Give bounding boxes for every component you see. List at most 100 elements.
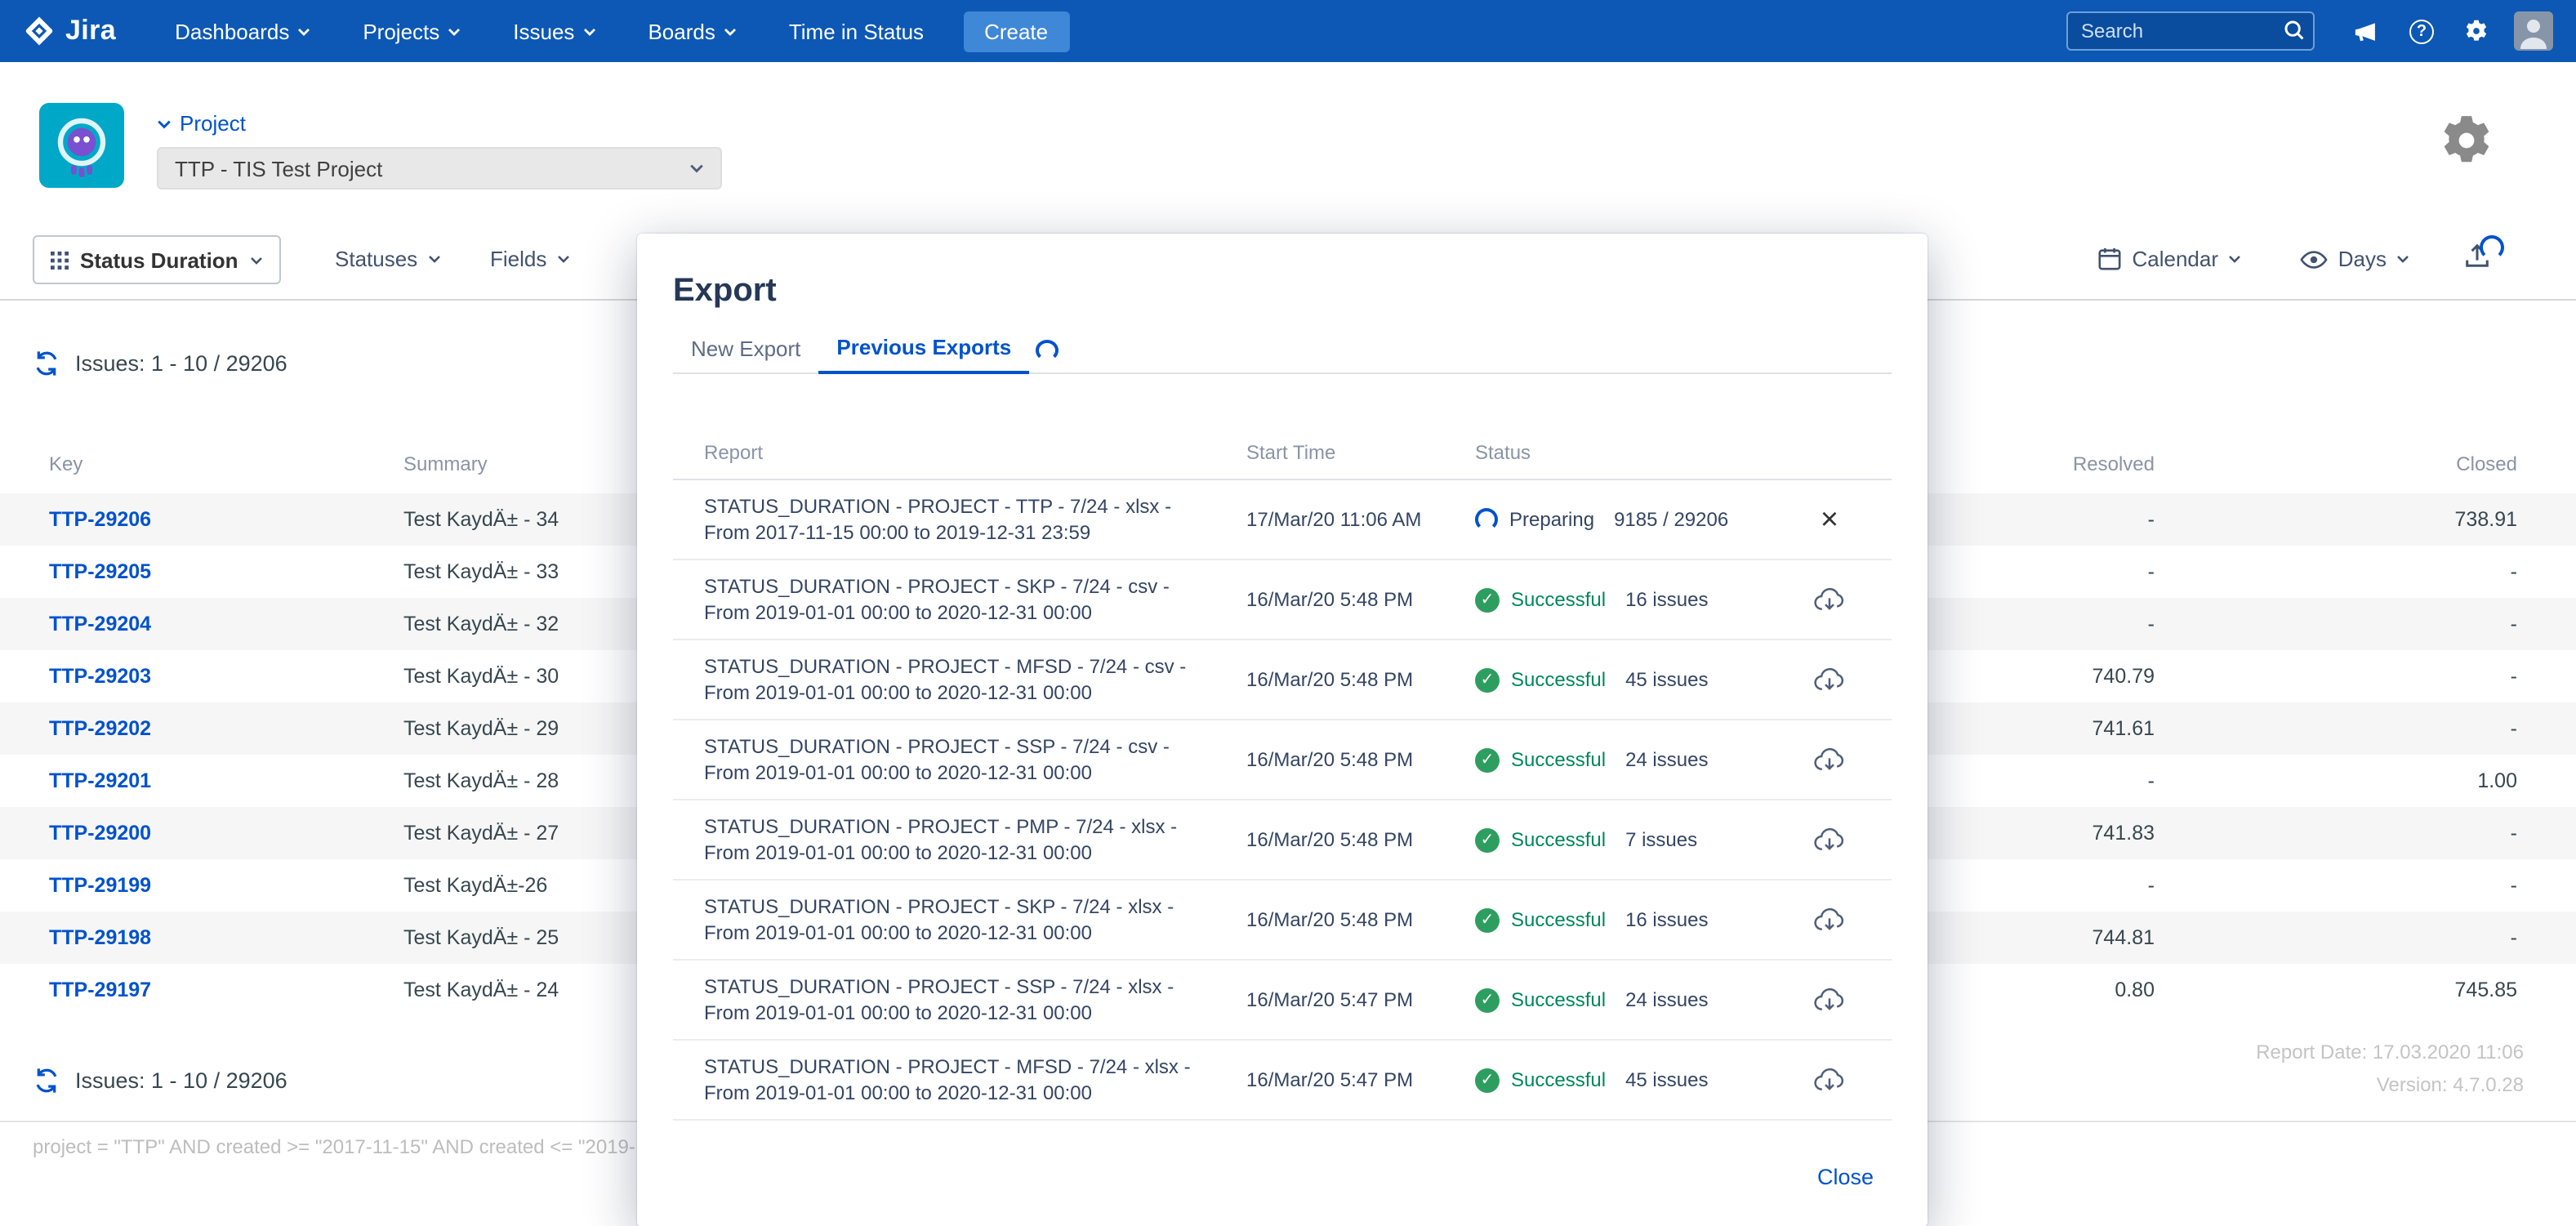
issue-summary: Test KaydÄ± - 24	[403, 979, 559, 1001]
export-name-line1: STATUS_DURATION - PROJECT - PMP - 7/24 -…	[704, 814, 1220, 840]
export-report-name: STATUS_DURATION - PROJECT - SKP - 7/24 -…	[704, 894, 1220, 946]
issue-summary: Test KaydÄ± - 33	[403, 560, 559, 583]
nav-time-in-status[interactable]: Time in Status	[763, 0, 950, 62]
issue-key-link[interactable]: TTP-29205	[49, 560, 151, 583]
download-icon[interactable]	[1813, 987, 1846, 1013]
jira-logo[interactable]: Jira	[23, 15, 116, 47]
issue-summary: Test KaydÄ± - 32	[403, 613, 559, 635]
search-icon[interactable]	[2284, 20, 2305, 41]
export-tabs: New Export Previous Exports	[673, 332, 1892, 374]
grid-icon	[51, 251, 69, 269]
days-dropdown[interactable]: Days	[2301, 247, 2409, 271]
issue-summary: Test KaydÄ± - 27	[403, 822, 559, 845]
export-report-name: STATUS_DURATION - PROJECT - SSP - 7/24 -…	[704, 974, 1220, 1026]
tab-previous-exports[interactable]: Previous Exports	[818, 335, 1029, 374]
search-input[interactable]	[2066, 11, 2315, 51]
previous-exports-table: Report Start Time Status STATUS_DURATION…	[673, 426, 1892, 1121]
chevron-down-icon	[250, 256, 263, 264]
export-start-time: 16/Mar/20 5:47 PM	[1246, 988, 1449, 1011]
download-icon[interactable]	[1813, 907, 1846, 933]
nav-projects[interactable]: Projects	[336, 0, 487, 62]
refresh-icon[interactable]	[33, 1067, 60, 1094]
export-row: STATUS_DURATION - PROJECT - SSP - 7/24 -…	[673, 961, 1892, 1041]
issue-summary: Test KaydÄ± - 25	[403, 926, 559, 949]
status-detail: 16 issues	[1625, 908, 1708, 931]
chevron-down-icon	[2228, 255, 2241, 263]
issue-key-link[interactable]: TTP-29203	[49, 665, 151, 688]
nav-dashboards-label: Dashboards	[175, 19, 289, 43]
tab-new-export[interactable]: New Export	[673, 337, 818, 372]
export-start-time: 16/Mar/20 5:48 PM	[1246, 668, 1449, 691]
refresh-icon[interactable]	[33, 350, 60, 377]
status-detail: 24 issues	[1625, 988, 1708, 1011]
success-check-icon	[1475, 907, 1500, 932]
download-icon[interactable]	[1813, 827, 1846, 853]
fields-dropdown[interactable]: Fields	[490, 247, 569, 271]
status-text: Successful	[1511, 668, 1606, 691]
eye-icon	[2301, 249, 2329, 269]
download-icon[interactable]	[1813, 747, 1846, 773]
project-avatar[interactable]	[39, 103, 124, 188]
nav-boards[interactable]: Boards	[622, 0, 762, 62]
statuses-dropdown[interactable]: Statuses	[335, 247, 440, 271]
issue-key-link[interactable]: TTP-29199	[49, 874, 151, 897]
nav-dashboards[interactable]: Dashboards	[149, 0, 336, 62]
issue-key-link[interactable]: TTP-29204	[49, 613, 151, 635]
column-header-key[interactable]: Key	[49, 453, 82, 475]
help-icon[interactable]	[2409, 19, 2434, 43]
status-text: Preparing	[1509, 508, 1594, 531]
nav-issues[interactable]: Issues	[487, 0, 622, 62]
fields-label: Fields	[490, 247, 546, 271]
download-icon[interactable]	[1813, 586, 1846, 613]
settings-gear-icon[interactable]	[2463, 18, 2489, 44]
export-row: STATUS_DURATION - PROJECT - SSP - 7/24 -…	[673, 720, 1892, 800]
export-report-name: STATUS_DURATION - PROJECT - MFSD - 7/24 …	[704, 1054, 1220, 1106]
nav-time-in-status-label: Time in Status	[789, 19, 924, 43]
close-dialog-link[interactable]: Close	[1817, 1165, 1874, 1189]
project-breadcrumb-label: Project	[180, 111, 246, 136]
preparing-spinner-icon	[1475, 508, 1498, 531]
user-avatar[interactable]	[2514, 11, 2553, 51]
column-header-resolved[interactable]: Resolved	[2073, 453, 2155, 475]
report-settings-gear-icon[interactable]	[2437, 111, 2496, 178]
issue-resolved-value: -	[2148, 560, 2155, 583]
issue-key-link[interactable]: TTP-29200	[49, 822, 151, 845]
calendar-dropdown[interactable]: Calendar	[2097, 247, 2241, 271]
project-select[interactable]: TTP - TIS Test Project	[157, 147, 722, 189]
chevron-down-icon	[157, 118, 172, 128]
loading-spinner-icon	[1036, 340, 1058, 361]
issue-key-link[interactable]: TTP-29206	[49, 508, 151, 531]
dialog-title: Export	[673, 273, 777, 310]
export-status: Successful 45 issues	[1475, 667, 1767, 692]
issue-summary: Test KaydÄ± - 29	[403, 717, 559, 740]
issue-key-link[interactable]: TTP-29197	[49, 979, 151, 1001]
issue-key-link[interactable]: TTP-29198	[49, 926, 151, 949]
status-detail: 45 issues	[1625, 668, 1708, 691]
status-text: Successful	[1511, 828, 1606, 851]
export-report-name: STATUS_DURATION - PROJECT - MFSD - 7/24 …	[704, 653, 1220, 706]
status-detail: 7 issues	[1625, 828, 1697, 851]
issue-closed-value: -	[2511, 926, 2517, 949]
success-check-icon	[1475, 827, 1500, 852]
export-report-name: STATUS_DURATION - PROJECT - TTP - 7/24 -…	[704, 493, 1220, 546]
days-label: Days	[2338, 247, 2387, 271]
column-header-closed[interactable]: Closed	[2456, 453, 2517, 475]
download-icon[interactable]	[1813, 1067, 1846, 1093]
column-header-report: Report	[704, 441, 1220, 464]
success-check-icon	[1475, 587, 1500, 612]
issue-key-link[interactable]: TTP-29202	[49, 717, 151, 740]
report-type-label: Status Duration	[80, 247, 238, 272]
create-button[interactable]: Create	[963, 11, 1069, 51]
column-header-summary[interactable]: Summary	[403, 453, 488, 475]
export-row: STATUS_DURATION - PROJECT - PMP - 7/24 -…	[673, 800, 1892, 880]
cancel-export-icon[interactable]	[1821, 504, 1838, 535]
jira-logo-icon	[23, 15, 56, 47]
project-breadcrumb-link[interactable]: Project	[157, 111, 246, 136]
download-icon[interactable]	[1813, 666, 1846, 693]
nav-issues-label: Issues	[513, 19, 574, 43]
report-type-button[interactable]: Status Duration	[33, 235, 281, 284]
issues-count-label: Issues: 1 - 10 / 29206	[75, 351, 287, 376]
export-name-line1: STATUS_DURATION - PROJECT - MFSD - 7/24 …	[704, 653, 1220, 680]
issue-key-link[interactable]: TTP-29201	[49, 769, 151, 792]
announcement-icon[interactable]	[2352, 19, 2380, 43]
